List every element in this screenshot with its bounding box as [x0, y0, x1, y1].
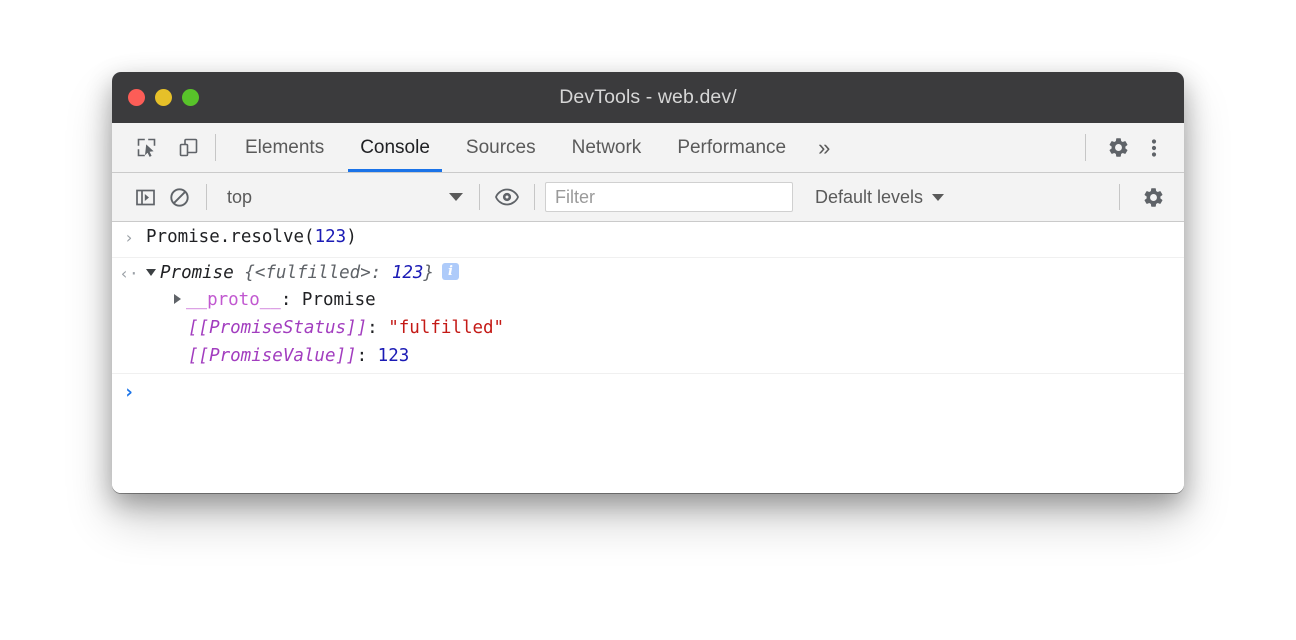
expand-property-triangle-icon[interactable] [174, 294, 181, 304]
toggle-console-sidebar-button[interactable] [128, 181, 162, 213]
property-separator: : [367, 318, 388, 338]
object-preview-close: } [423, 263, 434, 283]
tab-performance[interactable]: Performance [659, 123, 804, 172]
window-title: DevTools - web.dev/ [112, 86, 1184, 109]
console-toolbar-right [1119, 181, 1184, 213]
log-levels-selector[interactable]: Default levels [809, 181, 950, 213]
toggle-device-toolbar-button[interactable] [170, 131, 206, 165]
console-toolbar-divider-4 [1119, 184, 1120, 210]
console-output-message[interactable]: ‹· Promise {<fulfilled>: 123} i __proto__… [112, 258, 1184, 374]
close-window-button[interactable] [128, 89, 145, 106]
console-toolbar-divider-3 [534, 184, 535, 210]
tabbar-divider [215, 134, 216, 161]
console-toolbar-divider-2 [479, 184, 480, 210]
property-name: __proto__ [186, 290, 281, 310]
log-levels-value: Default levels [815, 187, 923, 208]
more-options-icon [1144, 137, 1164, 159]
object-preview-open: {<fulfilled>: [244, 263, 392, 283]
object-constructor-name: Promise [160, 263, 244, 283]
chevron-down-icon [449, 193, 463, 201]
expand-object-triangle-icon[interactable] [146, 269, 156, 276]
console-message-list[interactable]: › Promise.resolve(123) ‹· Promise {<fulf… [112, 222, 1184, 493]
execution-context-value: top [227, 187, 449, 208]
devtools-window: DevTools - web.dev/ [112, 72, 1184, 493]
object-properties-list: __proto__: Promise [[PromiseStatus]]: "f… [146, 286, 1172, 370]
gear-icon [1107, 136, 1130, 159]
window-controls [128, 72, 199, 123]
console-toolbar-divider-1 [206, 184, 207, 210]
object-preview-header[interactable]: Promise {<fulfilled>: 123} i [146, 261, 1172, 286]
devtools-settings-button[interactable] [1100, 131, 1136, 165]
clear-console-button[interactable] [162, 181, 196, 213]
property-separator: : [357, 346, 378, 366]
console-settings-button[interactable] [1136, 181, 1170, 213]
internal-property-name: [[PromiseValue]] [188, 346, 357, 366]
property-value-string: "fulfilled" [388, 318, 504, 338]
console-prompt-caret-icon: › [112, 380, 146, 405]
tab-label: Console [360, 137, 430, 159]
console-output-value: Promise {<fulfilled>: 123} i __proto__: P… [146, 261, 1184, 370]
object-property-row: [[PromiseStatus]]: "fulfilled" [146, 314, 1172, 342]
code-token: Promise.resolve( [146, 227, 315, 247]
create-live-expression-button[interactable] [490, 181, 524, 213]
chevron-down-icon [932, 194, 944, 201]
devtools-tabbar: Elements Console Sources Network Perform… [112, 123, 1184, 173]
clear-console-icon [169, 187, 190, 208]
property-separator: : [281, 290, 302, 310]
object-property-row[interactable]: __proto__: Promise [146, 286, 1172, 314]
object-preview-value: 123 [392, 263, 424, 283]
tab-console[interactable]: Console [342, 123, 448, 172]
chevron-double-right-icon: » [818, 135, 830, 161]
code-token: ) [346, 227, 357, 247]
tab-label: Sources [466, 137, 536, 159]
tab-sources[interactable]: Sources [448, 123, 554, 172]
console-filter-input[interactable] [545, 182, 793, 212]
tabbar-right-divider [1085, 134, 1086, 161]
maximize-window-button[interactable] [182, 89, 199, 106]
property-value: Promise [302, 290, 376, 310]
window-titlebar: DevTools - web.dev/ [112, 72, 1184, 123]
tab-label: Elements [245, 137, 324, 159]
console-sidebar-icon [135, 187, 156, 208]
console-prompt-row[interactable]: › [112, 374, 1184, 414]
console-input-message[interactable]: › Promise.resolve(123) [112, 222, 1184, 258]
tab-label: Network [572, 137, 642, 159]
console-input-expression: Promise.resolve(123) [146, 225, 1184, 250]
code-token-number: 123 [315, 227, 347, 247]
devtools-tabs: Elements Console Sources Network Perform… [227, 123, 844, 172]
minimize-window-button[interactable] [155, 89, 172, 106]
internal-property-name: [[PromiseStatus]] [188, 318, 367, 338]
tab-network[interactable]: Network [554, 123, 660, 172]
console-prompt-input[interactable] [146, 380, 1184, 404]
console-input-gutter-icon: › [112, 225, 146, 250]
tabbar-left-icons [112, 123, 206, 172]
tabbar-right-icons [1081, 123, 1184, 172]
gear-icon [1142, 186, 1165, 209]
inspect-element-button[interactable] [128, 131, 164, 165]
info-badge-icon[interactable]: i [442, 263, 459, 280]
execution-context-selector[interactable]: top [217, 181, 469, 213]
console-toolbar: top Default levels [112, 173, 1184, 222]
device-toolbar-icon [178, 137, 199, 158]
property-value-number: 123 [378, 346, 410, 366]
object-property-row: [[PromiseValue]]: 123 [146, 342, 1172, 370]
eye-icon [495, 188, 519, 206]
more-tabs-button[interactable]: » [804, 123, 844, 172]
inspect-element-icon [136, 137, 157, 158]
tab-label: Performance [677, 137, 786, 159]
tab-elements[interactable]: Elements [227, 123, 342, 172]
console-output-gutter-icon: ‹· [112, 261, 146, 286]
devtools-more-options-button[interactable] [1136, 131, 1172, 165]
